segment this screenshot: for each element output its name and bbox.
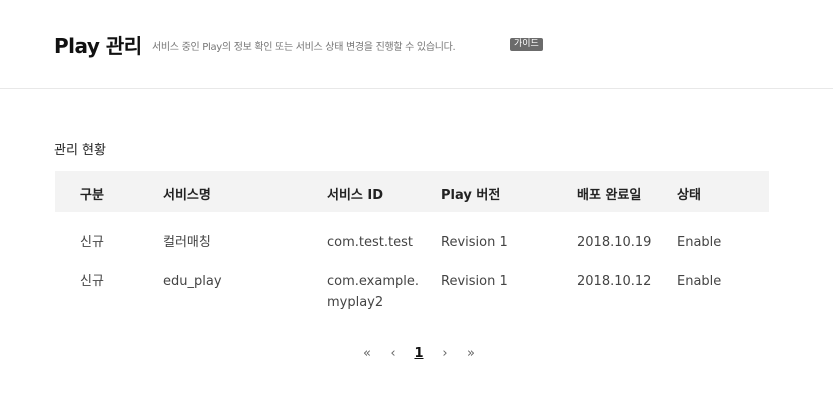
- cell-service-id-line1: com.example.: [327, 274, 419, 289]
- cell-deploy-date: 2018.10.12: [577, 274, 652, 289]
- column-header-service-id: 서비스 ID: [327, 188, 384, 203]
- cell-type: 신규: [80, 274, 104, 289]
- cell-deploy-date: 2018.10.19: [577, 235, 652, 250]
- cell-service-id: com.test.test: [327, 235, 413, 250]
- table-row[interactable]: 신규 컬러매칭 com.test.test Revision 1 2018.10…: [55, 232, 769, 271]
- first-page-icon[interactable]: «: [354, 346, 380, 361]
- management-table: 구분 서비스명 서비스 ID Play 버전 배포 완료일 상태 신규 컬러매칭…: [55, 171, 769, 321]
- guide-button[interactable]: 가이드: [510, 38, 543, 51]
- pagination: «‹ 1 ›»: [354, 346, 484, 366]
- column-header-play-version: Play 버전: [441, 188, 501, 203]
- table-header: 구분 서비스명 서비스 ID Play 버전 배포 완료일 상태: [55, 171, 769, 212]
- column-header-type: 구분: [80, 188, 104, 203]
- page-description: 서비스 중인 Play의 정보 확인 또는 서비스 상태 변경을 진행할 수 있…: [152, 42, 456, 53]
- column-header-deploy-date: 배포 완료일: [577, 188, 642, 203]
- cell-status: Enable: [677, 274, 722, 289]
- table-row[interactable]: 신규 edu_play com.example. myplay2 Revisio…: [55, 271, 769, 321]
- cell-status: Enable: [677, 235, 722, 250]
- cell-service-name: 컬러매칭: [163, 235, 211, 250]
- cell-type: 신규: [80, 235, 104, 250]
- cell-play-version: Revision 1: [441, 274, 508, 289]
- column-header-status: 상태: [677, 188, 701, 203]
- cell-service-id-line2: myplay2: [327, 295, 384, 310]
- cell-play-version: Revision 1: [441, 235, 508, 250]
- page-title: Play 관리: [54, 34, 142, 58]
- cell-service-name: edu_play: [163, 274, 222, 289]
- page-number-current[interactable]: 1: [406, 346, 432, 361]
- section-title: 관리 현황: [54, 143, 106, 158]
- last-page-icon[interactable]: »: [458, 346, 484, 361]
- next-page-icon[interactable]: ›: [432, 346, 458, 361]
- page-header: Play 관리 서비스 중인 Play의 정보 확인 또는 서비스 상태 변경을…: [0, 0, 833, 89]
- column-header-service-name: 서비스명: [163, 188, 211, 203]
- prev-page-icon[interactable]: ‹: [380, 346, 406, 361]
- cell-service-id: com.example. myplay2: [327, 271, 419, 313]
